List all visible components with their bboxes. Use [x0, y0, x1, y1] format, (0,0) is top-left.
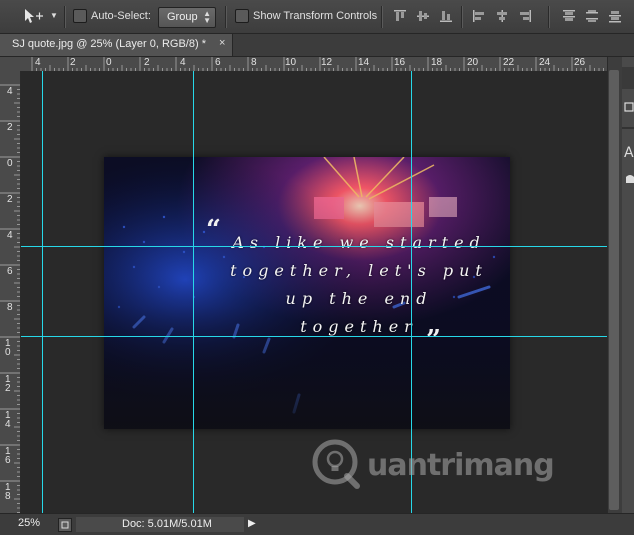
vertical-guide[interactable]	[42, 71, 43, 513]
auto-select-target-dropdown[interactable]: Group ▲ ▼	[158, 7, 216, 28]
vertical-guide[interactable]	[411, 71, 412, 513]
ruler-top-label: 12	[321, 57, 333, 68]
ruler-top-label: 4	[35, 57, 41, 68]
quote-line: up the end	[285, 289, 433, 308]
quote-line: together, let's put	[230, 261, 488, 280]
zoom-level-field[interactable]: 25%	[18, 517, 40, 529]
watermark-bulb-logo	[312, 439, 360, 489]
show-transform-checkbox[interactable]	[235, 9, 249, 23]
stage-crowd-photo[interactable]: “ As like we started together, let's put…	[104, 157, 510, 429]
document-status-icon[interactable]	[58, 518, 72, 532]
separator	[381, 6, 383, 28]
document-canvas[interactable]: “ As like we started together, let's put…	[21, 71, 607, 513]
ruler-left-label: 16	[5, 446, 11, 466]
align-vertical-centers-icon[interactable]	[416, 9, 430, 23]
distribute-top-edges-icon[interactable]	[562, 9, 576, 23]
ruler-top-label: 14	[358, 57, 370, 68]
stepper-arrows-icon: ▲ ▼	[203, 9, 211, 25]
separator	[548, 6, 550, 28]
ruler-left-label: 2	[7, 194, 13, 205]
ruler-left-label: 18	[5, 482, 11, 502]
ruler-top-label: 20	[467, 57, 479, 68]
horizontal-guide[interactable]	[21, 246, 607, 247]
align-horizontal-centers-icon[interactable]	[495, 9, 509, 23]
ruler-left-label: 10	[5, 338, 11, 358]
ruler-top-label: 4	[180, 57, 186, 68]
ruler-left-label: 6	[7, 266, 13, 277]
ruler-left-label: 0	[7, 158, 13, 169]
ruler-top-label: 10	[285, 57, 297, 68]
ruler-top-label: 22	[503, 57, 515, 68]
watermark-text: uantrimang	[367, 448, 555, 483]
group-select-value: Group	[167, 11, 198, 23]
document-tab[interactable]: SJ quote.jpg @ 25% (Layer 0, RGB/8) * ×	[0, 34, 233, 56]
close-icon[interactable]: ×	[219, 37, 225, 49]
ruler-left-label: 14	[5, 410, 11, 430]
side-panel-edge: A	[622, 57, 634, 534]
vertical-ruler[interactable]: 4 2 0 2 4 6 8 10 12 14 16 18	[0, 71, 21, 513]
ruler-top-label: 24	[539, 57, 551, 68]
dropdown-arrow-icon[interactable]: ▼	[50, 11, 58, 20]
document-tab-title: SJ quote.jpg @ 25% (Layer 0, RGB/8) *	[12, 38, 206, 50]
ruler-left-label: 4	[7, 86, 13, 97]
document-size-field[interactable]: Doc: 5.01M/5.01M	[76, 517, 244, 532]
ruler-left-label: 8	[7, 302, 13, 313]
auto-select-checkbox[interactable]	[73, 9, 87, 23]
move-tool-icon[interactable]	[22, 7, 44, 25]
align-left-edges-icon[interactable]	[472, 9, 486, 23]
ruler-left-label: 2	[7, 122, 13, 133]
separator	[64, 6, 66, 28]
horizontal-ruler[interactable]: 4 2 0 2 4 6 8 10 12 14 16 18 20 22 24 26	[20, 57, 607, 72]
ruler-left-label: 12	[5, 374, 11, 394]
document-size-text: Doc: 5.01M/5.01M	[122, 518, 212, 530]
ruler-top-label: 0	[106, 57, 112, 68]
close-quote-mark: ”	[426, 325, 441, 355]
ruler-top-label: 2	[144, 57, 150, 68]
separator	[461, 6, 463, 28]
ruler-top-label: 16	[394, 57, 406, 68]
document-tab-bar: SJ quote.jpg @ 25% (Layer 0, RGB/8) * ×	[0, 34, 634, 57]
horizontal-guide[interactable]	[21, 336, 607, 337]
svg-text:A: A	[624, 145, 634, 161]
ruler-top-label: 8	[251, 57, 257, 68]
ruler-origin[interactable]	[0, 57, 21, 72]
ruler-top-label: 26	[574, 57, 586, 68]
ruler-top-label: 6	[215, 57, 221, 68]
vertical-scrollbar-thumb[interactable]	[609, 70, 619, 510]
align-right-edges-icon[interactable]	[518, 9, 532, 23]
separator	[225, 6, 227, 28]
quote-line: As like we started	[232, 233, 486, 252]
ruler-top-label: 18	[431, 57, 443, 68]
distribute-vertical-centers-icon[interactable]	[585, 9, 599, 23]
status-bar: 25% Doc: 5.01M/5.01M ▶	[0, 513, 634, 535]
panel-icons[interactable]: A	[622, 57, 634, 257]
vertical-guide[interactable]	[193, 71, 194, 513]
show-transform-label: Show Transform Controls	[253, 10, 378, 22]
options-bar: ▼ Auto-Select: Group ▲ ▼ Show Transform C…	[0, 0, 634, 34]
ruler-top-label: 2	[70, 57, 76, 68]
distribute-bottom-edges-icon[interactable]	[608, 9, 622, 23]
auto-select-label: Auto-Select:	[91, 10, 151, 22]
align-top-edges-icon[interactable]	[393, 9, 407, 23]
ruler-left-label: 4	[7, 230, 13, 241]
status-menu-arrow-icon[interactable]: ▶	[248, 518, 256, 529]
align-bottom-edges-icon[interactable]	[439, 9, 453, 23]
